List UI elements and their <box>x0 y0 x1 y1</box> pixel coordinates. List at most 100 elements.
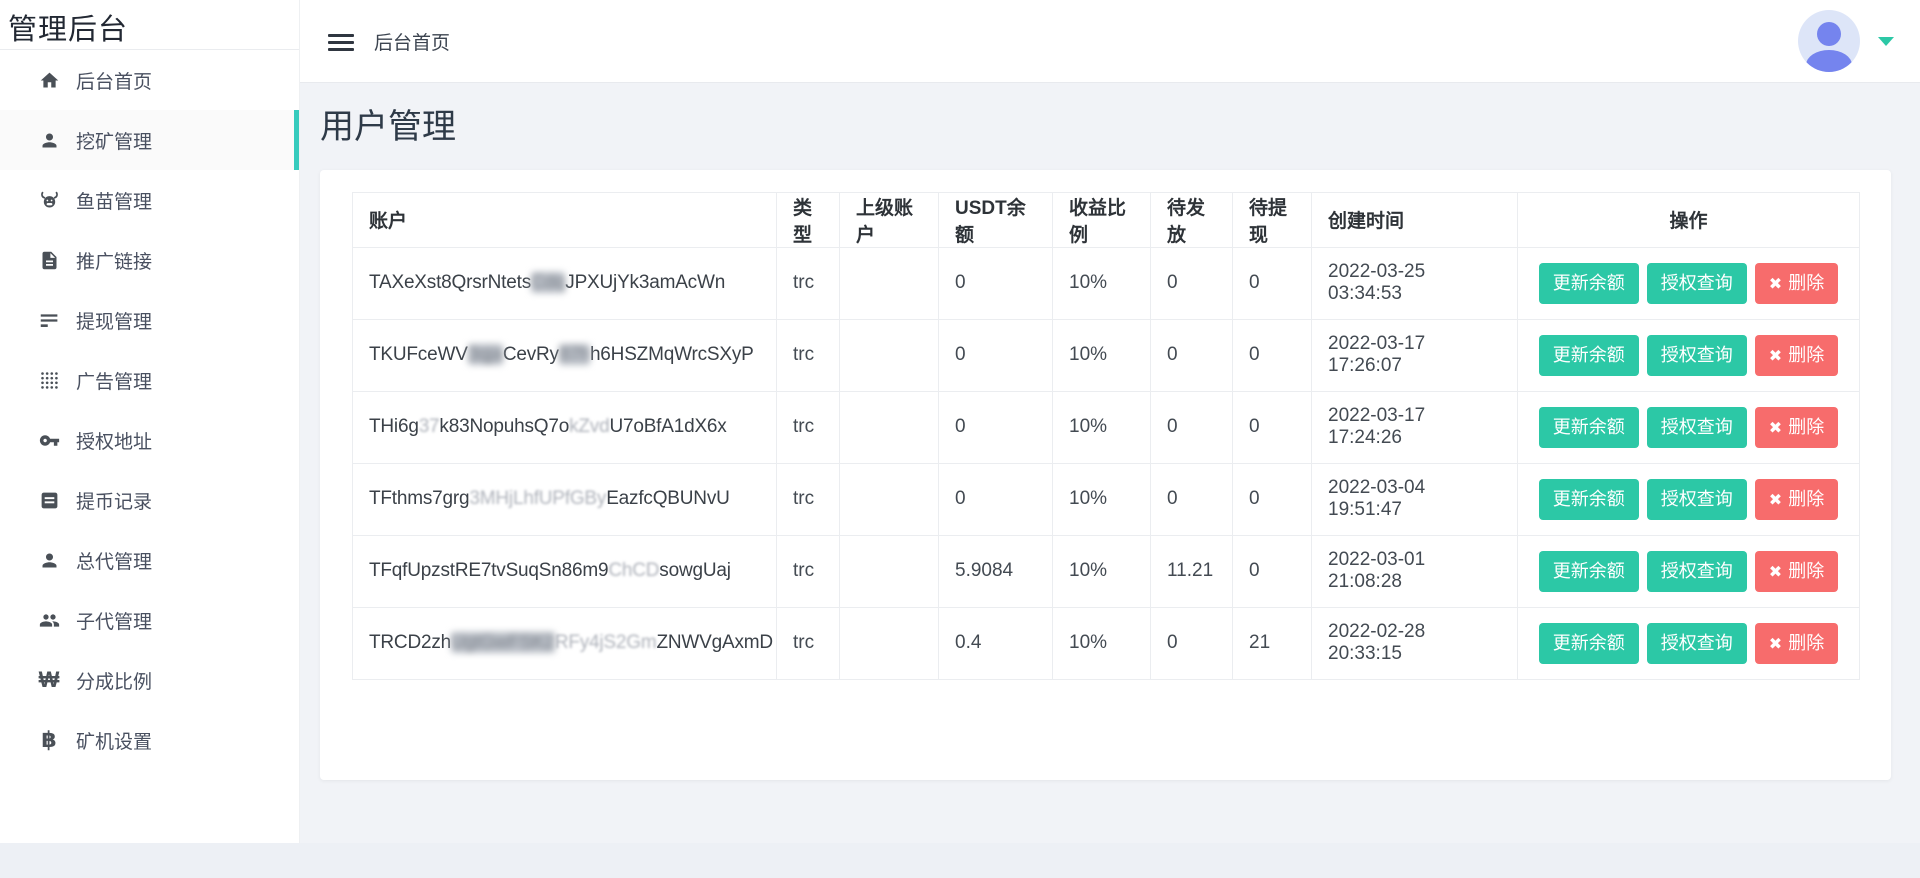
sidebar-item-lines-4[interactable]: 提现管理 <box>0 290 299 350</box>
account-cell: TRCD2zhUgtGwFSK2RFy4jS2GmZNWVgAxmD <box>353 607 777 679</box>
sidebar-item-home-0[interactable]: 后台首页 <box>0 50 299 110</box>
delete-button[interactable]: ✖删除 <box>1755 623 1838 664</box>
sidebar-item-cow-2[interactable]: 鱼苗管理 <box>0 170 299 230</box>
main-area: 后台首页 用户管理 账户类型上级账户USDT余额收益比例待发放待提现创建时间操作… <box>300 0 1920 843</box>
usdt-balance-cell: 0 <box>939 319 1053 391</box>
authorize-query-button[interactable]: 授权查询 <box>1647 551 1747 592</box>
authorize-query-button[interactable]: 授权查询 <box>1647 623 1747 664</box>
sidebar-item-label: 提币记录 <box>76 487 152 514</box>
created-time-cell: 2022-03-25 03:34:53 <box>1312 247 1518 319</box>
update-balance-button[interactable]: 更新余额 <box>1539 551 1639 592</box>
profit-ratio-cell: 10% <box>1053 319 1151 391</box>
update-balance-button[interactable]: 更新余额 <box>1539 335 1639 376</box>
pending-withdraw-cell: 0 <box>1233 535 1312 607</box>
pending-withdraw-cell: 21 <box>1233 607 1312 679</box>
sidebar-item-label: 总代管理 <box>76 547 152 574</box>
profit-ratio-cell: 10% <box>1053 535 1151 607</box>
account-cell: THi6g37k83NopuhsQ7okZvdU7oBfA1dX6x <box>353 391 777 463</box>
created-time-cell: 2022-03-17 17:26:07 <box>1312 319 1518 391</box>
actions-cell: 更新余额授权查询✖删除 <box>1518 607 1860 679</box>
page-content: 用户管理 账户类型上级账户USDT余额收益比例待发放待提现创建时间操作 TAXe… <box>300 83 1920 806</box>
x-icon: ✖ <box>1769 348 1782 365</box>
sidebar-item-book-7[interactable]: 提币记录 <box>0 470 299 530</box>
actions-cell: 更新余额授权查询✖删除 <box>1518 247 1860 319</box>
type-cell: trc <box>777 535 840 607</box>
parent-account-cell <box>840 319 939 391</box>
sidebar-item-label: 鱼苗管理 <box>76 187 152 214</box>
authorize-query-button[interactable]: 授权查询 <box>1647 263 1747 304</box>
column-header-4: 收益比例 <box>1053 192 1151 247</box>
actions-cell: 更新余额授权查询✖删除 <box>1518 319 1860 391</box>
btc-icon: ฿ <box>37 728 61 752</box>
sidebar-menu: 后台首页挖矿管理鱼苗管理推广链接提现管理广告管理授权地址提币记录总代管理子代管理… <box>0 50 299 770</box>
sidebar-item-person-8[interactable]: 总代管理 <box>0 530 299 590</box>
column-header-8: 操作 <box>1518 192 1860 247</box>
pending-release-cell: 0 <box>1151 391 1233 463</box>
users-table: 账户类型上级账户USDT余额收益比例待发放待提现创建时间操作 TAXeXst8Q… <box>352 192 1860 680</box>
usdt-balance-cell: 5.9084 <box>939 535 1053 607</box>
sidebar-item-label: 后台首页 <box>76 67 152 94</box>
sidebar-item-person-1[interactable]: 挖矿管理 <box>0 110 299 170</box>
type-cell: trc <box>777 319 840 391</box>
update-balance-button[interactable]: 更新余额 <box>1539 623 1639 664</box>
person-icon <box>37 548 61 572</box>
authorize-query-button[interactable]: 授权查询 <box>1647 335 1747 376</box>
column-header-7: 创建时间 <box>1312 192 1518 247</box>
sidebar-item-label: 推广链接 <box>76 247 152 274</box>
lines-icon <box>37 308 61 332</box>
actions-cell: 更新余额授权查询✖删除 <box>1518 391 1860 463</box>
column-header-5: 待发放 <box>1151 192 1233 247</box>
won-icon: ₩ <box>37 668 61 692</box>
brand-title: 管理后台 <box>0 0 299 50</box>
cow-icon <box>37 188 61 212</box>
delete-button[interactable]: ✖删除 <box>1755 551 1838 592</box>
person-icon <box>37 128 61 152</box>
hamburger-menu-icon[interactable] <box>328 30 354 55</box>
breadcrumb: 后台首页 <box>374 28 450 55</box>
update-balance-button[interactable]: 更新余额 <box>1539 407 1639 448</box>
profit-ratio-cell: 10% <box>1053 607 1151 679</box>
delete-button[interactable]: ✖删除 <box>1755 479 1838 520</box>
avatar[interactable] <box>1798 10 1860 72</box>
sidebar-item-won-10[interactable]: ₩分成比例 <box>0 650 299 710</box>
sidebar-item-people-9[interactable]: 子代管理 <box>0 590 299 650</box>
update-balance-button[interactable]: 更新余额 <box>1539 263 1639 304</box>
sidebar: 管理后台 后台首页挖矿管理鱼苗管理推广链接提现管理广告管理授权地址提币记录总代管… <box>0 0 300 843</box>
created-time-cell: 2022-02-28 20:33:15 <box>1312 607 1518 679</box>
usdt-balance-cell: 0.4 <box>939 607 1053 679</box>
x-icon: ✖ <box>1769 492 1782 509</box>
type-cell: trc <box>777 391 840 463</box>
pending-withdraw-cell: 0 <box>1233 247 1312 319</box>
table-row: TFthms7grg3MHjLhfUPfGByEazfcQBUNvUtrc010… <box>353 463 1860 535</box>
delete-button[interactable]: ✖删除 <box>1755 407 1838 448</box>
authorize-query-button[interactable]: 授权查询 <box>1647 407 1747 448</box>
authorize-query-button[interactable]: 授权查询 <box>1647 479 1747 520</box>
x-icon: ✖ <box>1769 564 1782 581</box>
avatar-bust-shape <box>1806 50 1852 72</box>
sidebar-item-doc-3[interactable]: 推广链接 <box>0 230 299 290</box>
x-icon: ✖ <box>1769 636 1782 653</box>
delete-button[interactable]: ✖删除 <box>1755 335 1838 376</box>
pending-release-cell: 0 <box>1151 319 1233 391</box>
sidebar-item-label: 挖矿管理 <box>76 127 152 154</box>
table-row: TAXeXst8QrsrNtetsCdqJPXUjYk3amAcWntrc010… <box>353 247 1860 319</box>
sidebar-item-grid-5[interactable]: 广告管理 <box>0 350 299 410</box>
delete-button[interactable]: ✖删除 <box>1755 263 1838 304</box>
people-icon <box>37 608 61 632</box>
column-header-3: USDT余额 <box>939 192 1053 247</box>
pending-withdraw-cell: 0 <box>1233 463 1312 535</box>
pending-release-cell: 0 <box>1151 247 1233 319</box>
column-header-6: 待提现 <box>1233 192 1312 247</box>
type-cell: trc <box>777 463 840 535</box>
profit-ratio-cell: 10% <box>1053 247 1151 319</box>
sidebar-item-key-6[interactable]: 授权地址 <box>0 410 299 470</box>
table-row: TKUFceWV3qjaCevRy87hh6HSZMqWrcSXyPtrc010… <box>353 319 1860 391</box>
caret-down-icon[interactable] <box>1878 37 1894 46</box>
sidebar-item-btc-11[interactable]: ฿矿机设置 <box>0 710 299 770</box>
sidebar-item-label: 广告管理 <box>76 367 152 394</box>
table-row: THi6g37k83NopuhsQ7okZvdU7oBfA1dX6xtrc010… <box>353 391 1860 463</box>
parent-account-cell <box>840 247 939 319</box>
update-balance-button[interactable]: 更新余额 <box>1539 479 1639 520</box>
book-icon <box>37 488 61 512</box>
account-cell: TFqfUpzstRE7tvSuqSn86m9ChCDsowgUaj <box>353 535 777 607</box>
